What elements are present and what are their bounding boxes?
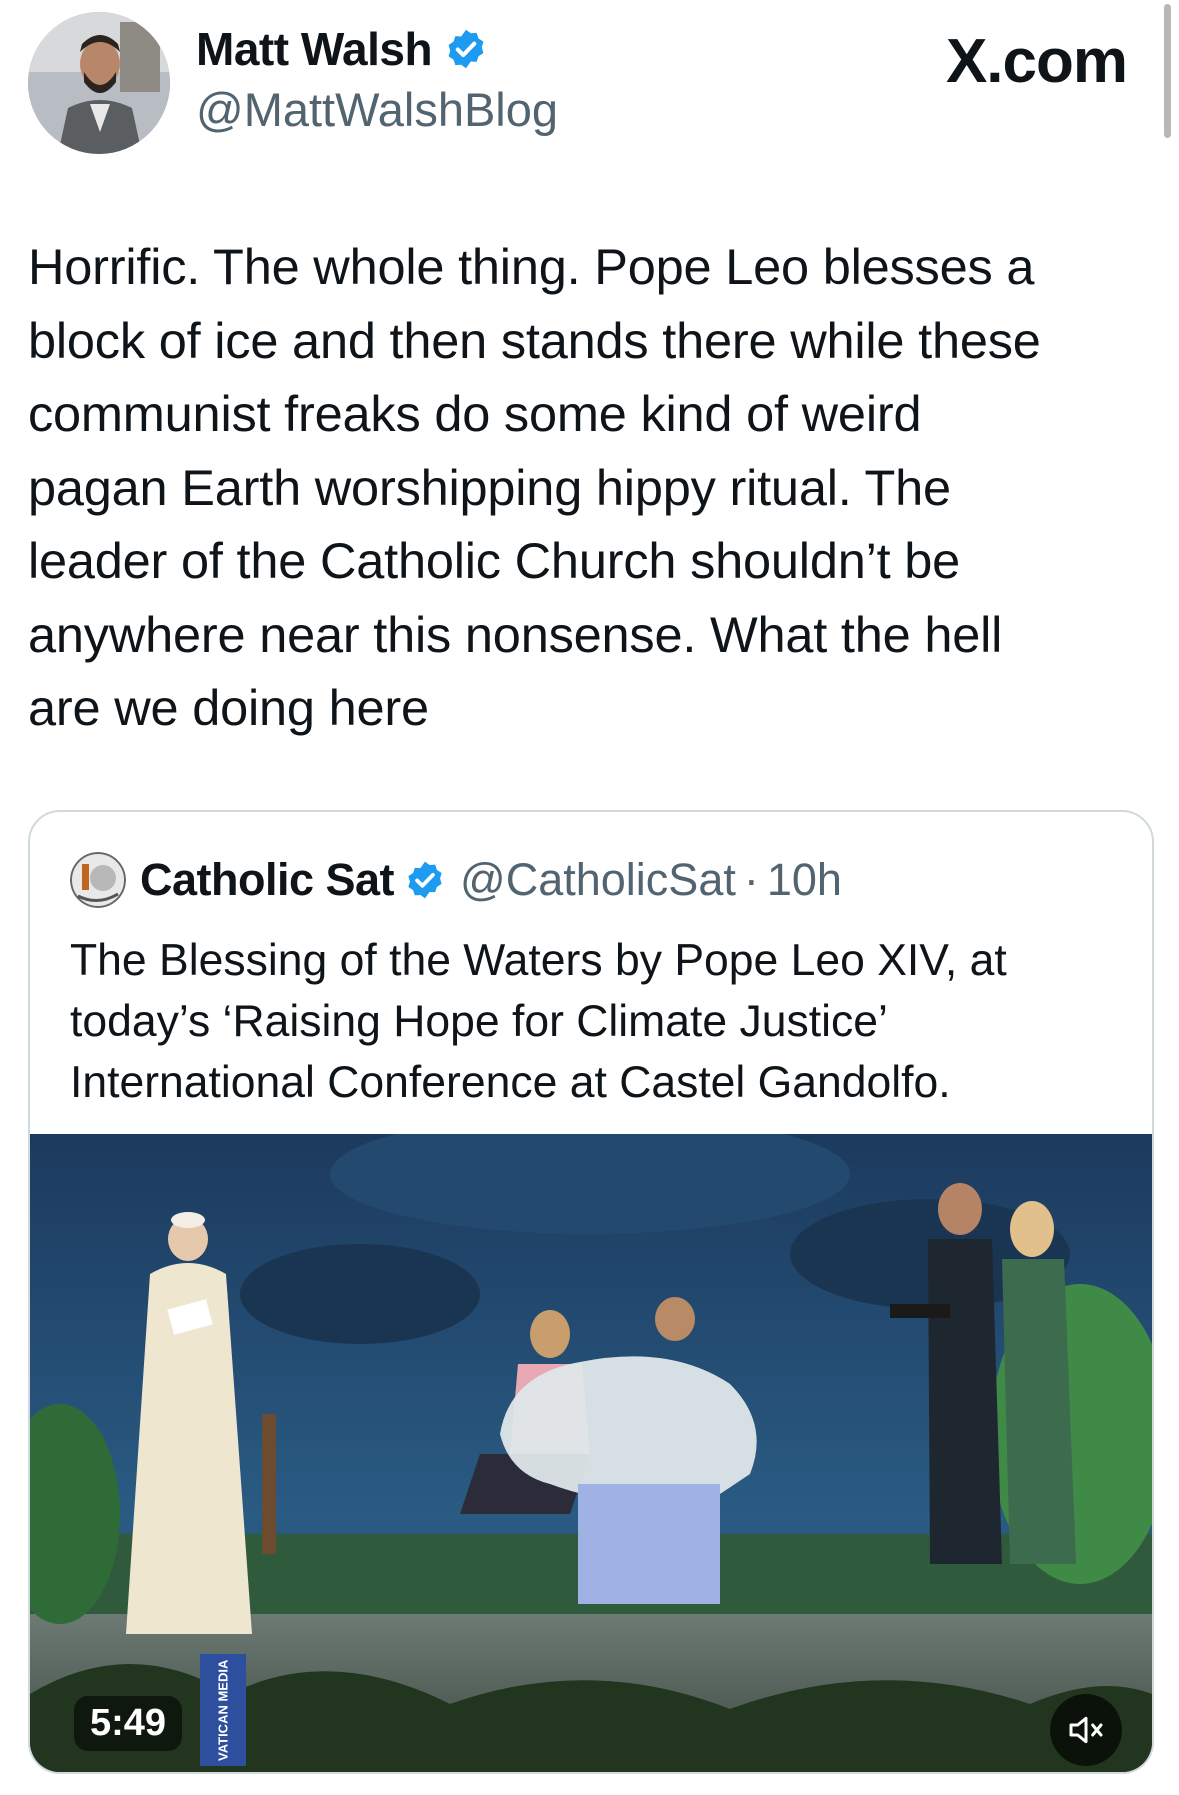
tweet-text-line: block of ice and then stands there while… <box>28 311 1041 369</box>
quoted-author-name[interactable]: Catholic Sat <box>140 854 395 906</box>
tweet-text-line: leader of the Catholic Church shouldn’t … <box>28 532 961 589</box>
tweet-text-line: pagan Earth worshipping hippy ritual. Th… <box>28 458 951 516</box>
tweet-text-line: anywhere near this nonsense. What the he… <box>28 605 1003 663</box>
quoted-tweet-card[interactable]: Catholic Sat @CatholicSat · 10h The Bles… <box>28 810 1154 1774</box>
quoted-tweet-text: The Blessing of the Waters by Pope Leo X… <box>70 930 1120 1113</box>
quoted-tweet-header: Catholic Sat @CatholicSat · 10h <box>70 852 842 908</box>
quoted-timestamp[interactable]: 10h <box>767 854 842 906</box>
tweet-header: Matt Walsh @MattWalshBlog X.com <box>0 0 1179 170</box>
quoted-text-line: today’s ‘Raising Hope for Climate Justic… <box>70 997 888 1046</box>
video-frame <box>30 1134 1152 1772</box>
vatican-media-watermark: VATICAN MEDIA <box>200 1654 246 1766</box>
tweet-text: Horrific. The whole thing. Pope Leo bles… <box>28 230 1158 745</box>
quoted-text-line: The Blessing of the Waters by Pope Leo X… <box>70 936 1007 985</box>
quoted-author-handle[interactable]: @CatholicSat <box>460 854 736 906</box>
x-brand-logo: X.com <box>945 27 1128 96</box>
separator-dot: · <box>743 854 759 905</box>
author-name-row: Matt Walsh <box>196 22 488 76</box>
video-player[interactable]: VATICAN MEDIA 5:49 <box>30 1134 1152 1772</box>
scrollbar[interactable] <box>1164 4 1171 138</box>
tweet-text-line: Horrific. The whole thing. Pope Leo bles… <box>28 238 1035 295</box>
tweet-text-line: are we doing here <box>28 679 429 736</box>
verified-badge-icon <box>408 861 442 899</box>
author-handle[interactable]: @MattWalshBlog <box>196 82 558 137</box>
video-duration-badge: 5:49 <box>74 1696 183 1751</box>
tweet-text-line: communist freaks do some kind of weird <box>28 385 922 442</box>
quoted-text-line: International Conference at Castel Gando… <box>70 1058 951 1107</box>
verified-badge-icon <box>448 29 484 69</box>
quoted-author-avatar[interactable] <box>70 852 126 908</box>
author-avatar[interactable] <box>28 12 170 154</box>
mute-button[interactable] <box>1050 1694 1122 1766</box>
author-display-name[interactable]: Matt Walsh <box>196 22 433 76</box>
speaker-muted-icon <box>1069 1716 1103 1744</box>
